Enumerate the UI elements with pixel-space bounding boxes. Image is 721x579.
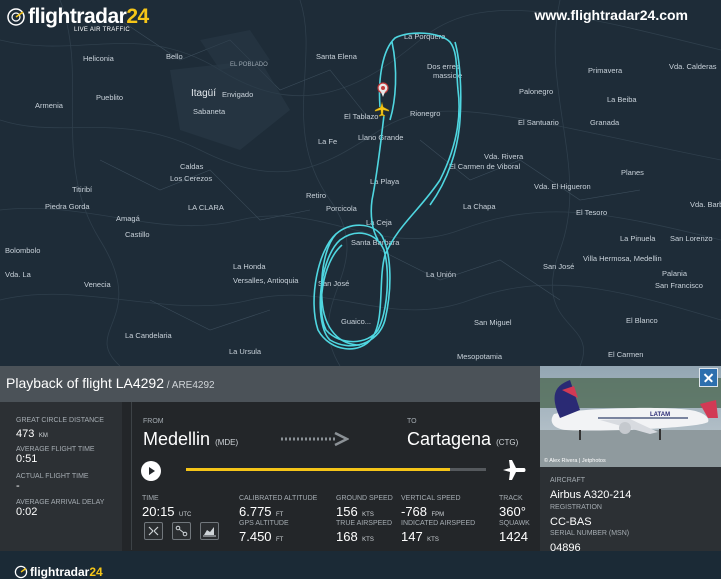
origin-city[interactable]: Medellin (MDE): [143, 429, 238, 450]
flight-playback-panel: Playback of flight LA4292 / ARE4292 GREA…: [0, 366, 721, 579]
stat-actual-flight-time: ACTUAL FLIGHT TIME -: [16, 473, 89, 492]
true-airspeed: TRUE AIRSPEED 168 KTS: [336, 520, 393, 544]
stat-average-arrival-delay: AVERAGE ARRIVAL DELAY 0:02: [16, 499, 105, 518]
gps-altitude: GPS ALTITUDE 7.450 FT: [239, 520, 289, 544]
play-button[interactable]: [141, 461, 161, 481]
radar-icon: [7, 8, 25, 26]
flight-track: [313, 32, 462, 350]
close-button[interactable]: [699, 368, 718, 387]
aircraft-type: AIRCRAFT Airbus A320-214: [550, 477, 632, 501]
from-label: FROM: [143, 418, 164, 425]
to-label: TO: [407, 418, 417, 425]
logo-text: flightradar24: [28, 5, 149, 28]
aircraft-icon: [374, 101, 390, 117]
track-heading: TRACK 360°: [499, 495, 526, 519]
site-url: www.flightradar24.com: [534, 7, 688, 23]
aircraft-photo[interactable]: LATAM © Alex Rivera | Jetphotos: [540, 366, 721, 467]
vertical-speed: VERTICAL SPEED -768 FPM: [401, 495, 461, 519]
squawk: SQUAWK 1424: [499, 520, 530, 544]
calibrated-altitude: CALIBRATED ALTITUDE 6.775 FT: [239, 495, 318, 519]
graph-icon: [203, 527, 216, 537]
collapse-icon: [148, 526, 159, 536]
playback-timeline[interactable]: [186, 468, 486, 471]
route-icon: [175, 525, 188, 537]
ground-speed: GROUND SPEED 156 KTS: [336, 495, 393, 519]
stat-great-circle-distance: GREAT CIRCLE DISTANCE 473 KM: [16, 417, 104, 440]
destination-plane-icon: [503, 460, 526, 480]
playback-progress: [186, 468, 450, 471]
altitude-graph-button[interactable]: [200, 522, 219, 540]
time-readout: TIME 20:15 UTC: [142, 495, 192, 519]
aircraft-info: AIRCRAFT Airbus A320-214 REGISTRATION CC…: [540, 467, 721, 554]
aircraft-registration: REGISTRATION CC-BAS: [550, 504, 602, 528]
route-view-button[interactable]: [172, 522, 191, 540]
panel-title: Playback of flight LA4292 / ARE4292: [6, 375, 215, 391]
panel-title-bar: Playback of flight LA4292 / ARE4292: [0, 366, 540, 402]
flight-details: FROM Medellin (MDE) TO Cartagena (CTG) T…: [122, 402, 540, 551]
play-icon: [149, 467, 155, 475]
route-arrow-icon: [281, 431, 349, 447]
map-view[interactable]: Heliconia Bello Pueblito Armenia Itagüí …: [0, 0, 721, 366]
flight-stats: GREAT CIRCLE DISTANCE 473 KM AVERAGE FLI…: [0, 402, 122, 579]
collapse-view-button[interactable]: [144, 522, 163, 540]
aircraft-serial-number: SERIAL NUMBER (MSN) 04896: [550, 530, 630, 554]
logo-tagline: LIVE AIR TRAFFIC: [74, 27, 131, 33]
photo-credit: © Alex Rivera | Jetphotos: [544, 458, 606, 464]
radar-icon: [14, 565, 28, 579]
aircraft-image: LATAM: [540, 366, 721, 467]
destination-city[interactable]: Cartagena (CTG): [407, 429, 518, 450]
indicated-airspeed: INDICATED AIRSPEED 147 KTS: [401, 520, 476, 544]
stat-average-flight-time: AVERAGE FLIGHT TIME 0:51: [16, 446, 95, 465]
svg-text:LATAM: LATAM: [650, 412, 670, 418]
